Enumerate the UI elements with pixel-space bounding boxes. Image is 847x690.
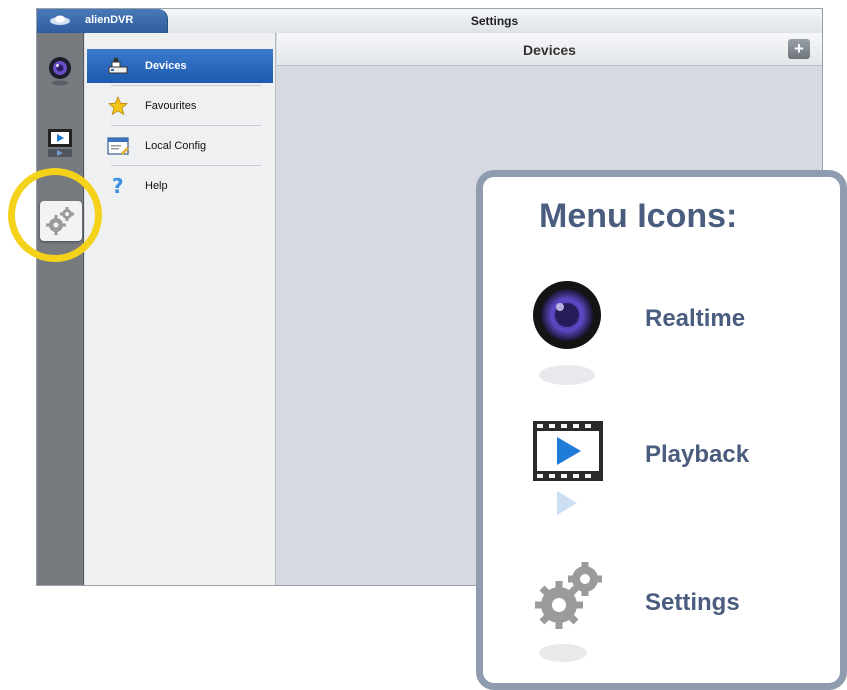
panel-title: Devices — [523, 42, 576, 58]
star-icon — [107, 96, 129, 116]
help-icon: ? — [112, 176, 124, 196]
callout-entry-playback: Playback — [483, 417, 840, 527]
window-title: Settings — [470, 14, 519, 28]
sidebar-item-label: Favourites — [145, 100, 197, 112]
sidebar-item-label: Help — [145, 180, 168, 192]
playback-film-icon — [48, 129, 72, 157]
local-config-icon — [107, 137, 129, 155]
app-brand-tab[interactable]: alienDVR — [37, 9, 168, 33]
devices-icon — [108, 57, 128, 74]
sidebar-item-favourites[interactable]: Favourites — [87, 89, 273, 123]
brand-logo-icon — [50, 15, 70, 25]
settings-sidebar: Devices Favourites Local Config ? Help — [85, 33, 276, 585]
panel-header: Devices + — [277, 33, 822, 66]
rail-playback-button[interactable] — [43, 125, 77, 159]
realtime-camera-icon — [533, 281, 601, 385]
add-device-button[interactable]: + — [788, 39, 810, 59]
sidebar-item-help[interactable]: ? Help — [87, 169, 273, 203]
callout-entry-label: Settings — [645, 589, 740, 616]
app-brand-name: alienDVR — [85, 14, 134, 26]
title-bar: alienDVR Settings — [37, 9, 822, 34]
callout-entry-realtime: Realtime — [483, 279, 840, 389]
sidebar-divider — [111, 85, 261, 86]
callout-entry-settings: Settings — [483, 557, 840, 667]
settings-gears-icon — [535, 562, 602, 662]
playback-film-icon — [533, 421, 603, 515]
rail-realtime-button[interactable] — [43, 53, 77, 87]
sidebar-divider — [111, 165, 261, 166]
settings-highlight-circle — [8, 168, 102, 262]
svg-text:?: ? — [112, 176, 124, 196]
callout-entry-label: Playback — [645, 441, 750, 468]
realtime-camera-icon — [49, 57, 71, 86]
sidebar-item-label: Local Config — [145, 140, 207, 152]
sidebar-item-label: Devices — [145, 60, 187, 72]
sidebar-item-local-config[interactable]: Local Config — [87, 129, 273, 163]
callout-entry-label: Realtime — [645, 305, 746, 332]
callout-title: Menu Icons: — [539, 197, 738, 235]
sidebar-item-devices[interactable]: Devices — [87, 49, 273, 83]
menu-icons-callout: Menu Icons: Realtime Playback Settings — [476, 170, 847, 690]
sidebar-divider — [111, 125, 261, 126]
menu-rail — [37, 33, 84, 585]
